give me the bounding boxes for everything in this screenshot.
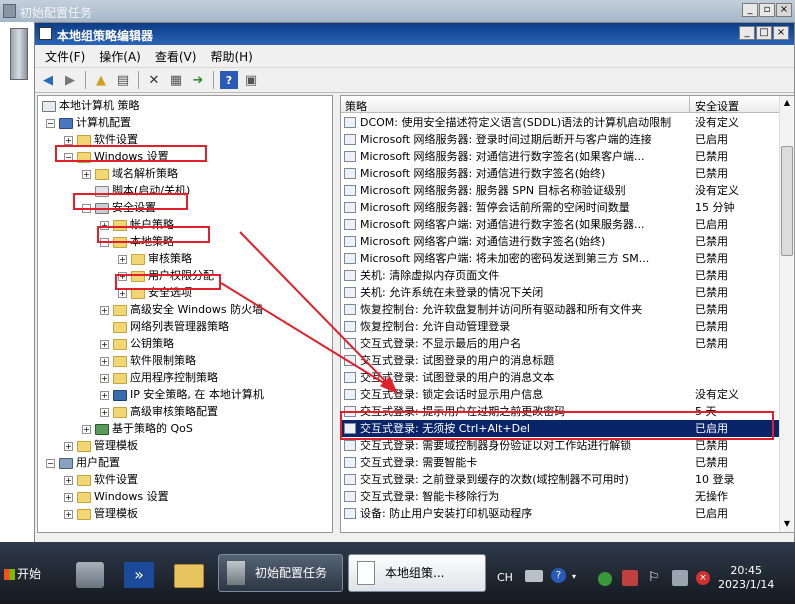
start-label: 开始 (17, 567, 42, 581)
powershell-icon[interactable]: » (124, 562, 154, 588)
server-manager-icon[interactable] (76, 562, 104, 588)
annotation-arrow (220, 231, 398, 394)
security-icon[interactable] (598, 572, 612, 586)
clock[interactable]: 20:45 2023/1/14 (718, 564, 774, 592)
windows-logo-icon (4, 569, 15, 580)
keyboard-icon[interactable] (525, 570, 543, 582)
action-center-icon[interactable] (622, 570, 638, 586)
server-icon (227, 561, 245, 585)
clock-date: 2023/1/14 (718, 578, 775, 591)
explorer-icon[interactable] (174, 564, 204, 588)
task-label: 初始配置任务 (255, 566, 328, 580)
task-gpedit[interactable]: 本地组策... (348, 554, 486, 592)
help-icon[interactable]: ? (551, 568, 566, 583)
options-icon[interactable]: ▾ (572, 572, 580, 581)
start-button[interactable]: 开始 (0, 560, 48, 588)
network-icon[interactable] (672, 570, 688, 586)
volume-muted-icon[interactable]: × (696, 571, 710, 585)
taskbar: 开始 » 初始配置任务 本地组策... CH ? ▾ ⚐ × 20:45 2023… (0, 542, 795, 604)
flag-icon[interactable]: ⚐ (648, 570, 662, 586)
clock-time: 20:45 (730, 564, 763, 577)
policy-doc-icon (357, 561, 375, 585)
language-indicator[interactable]: CH (497, 571, 513, 584)
task-initial-config[interactable]: 初始配置任务 (218, 554, 343, 592)
task-label: 本地组策... (385, 566, 445, 580)
